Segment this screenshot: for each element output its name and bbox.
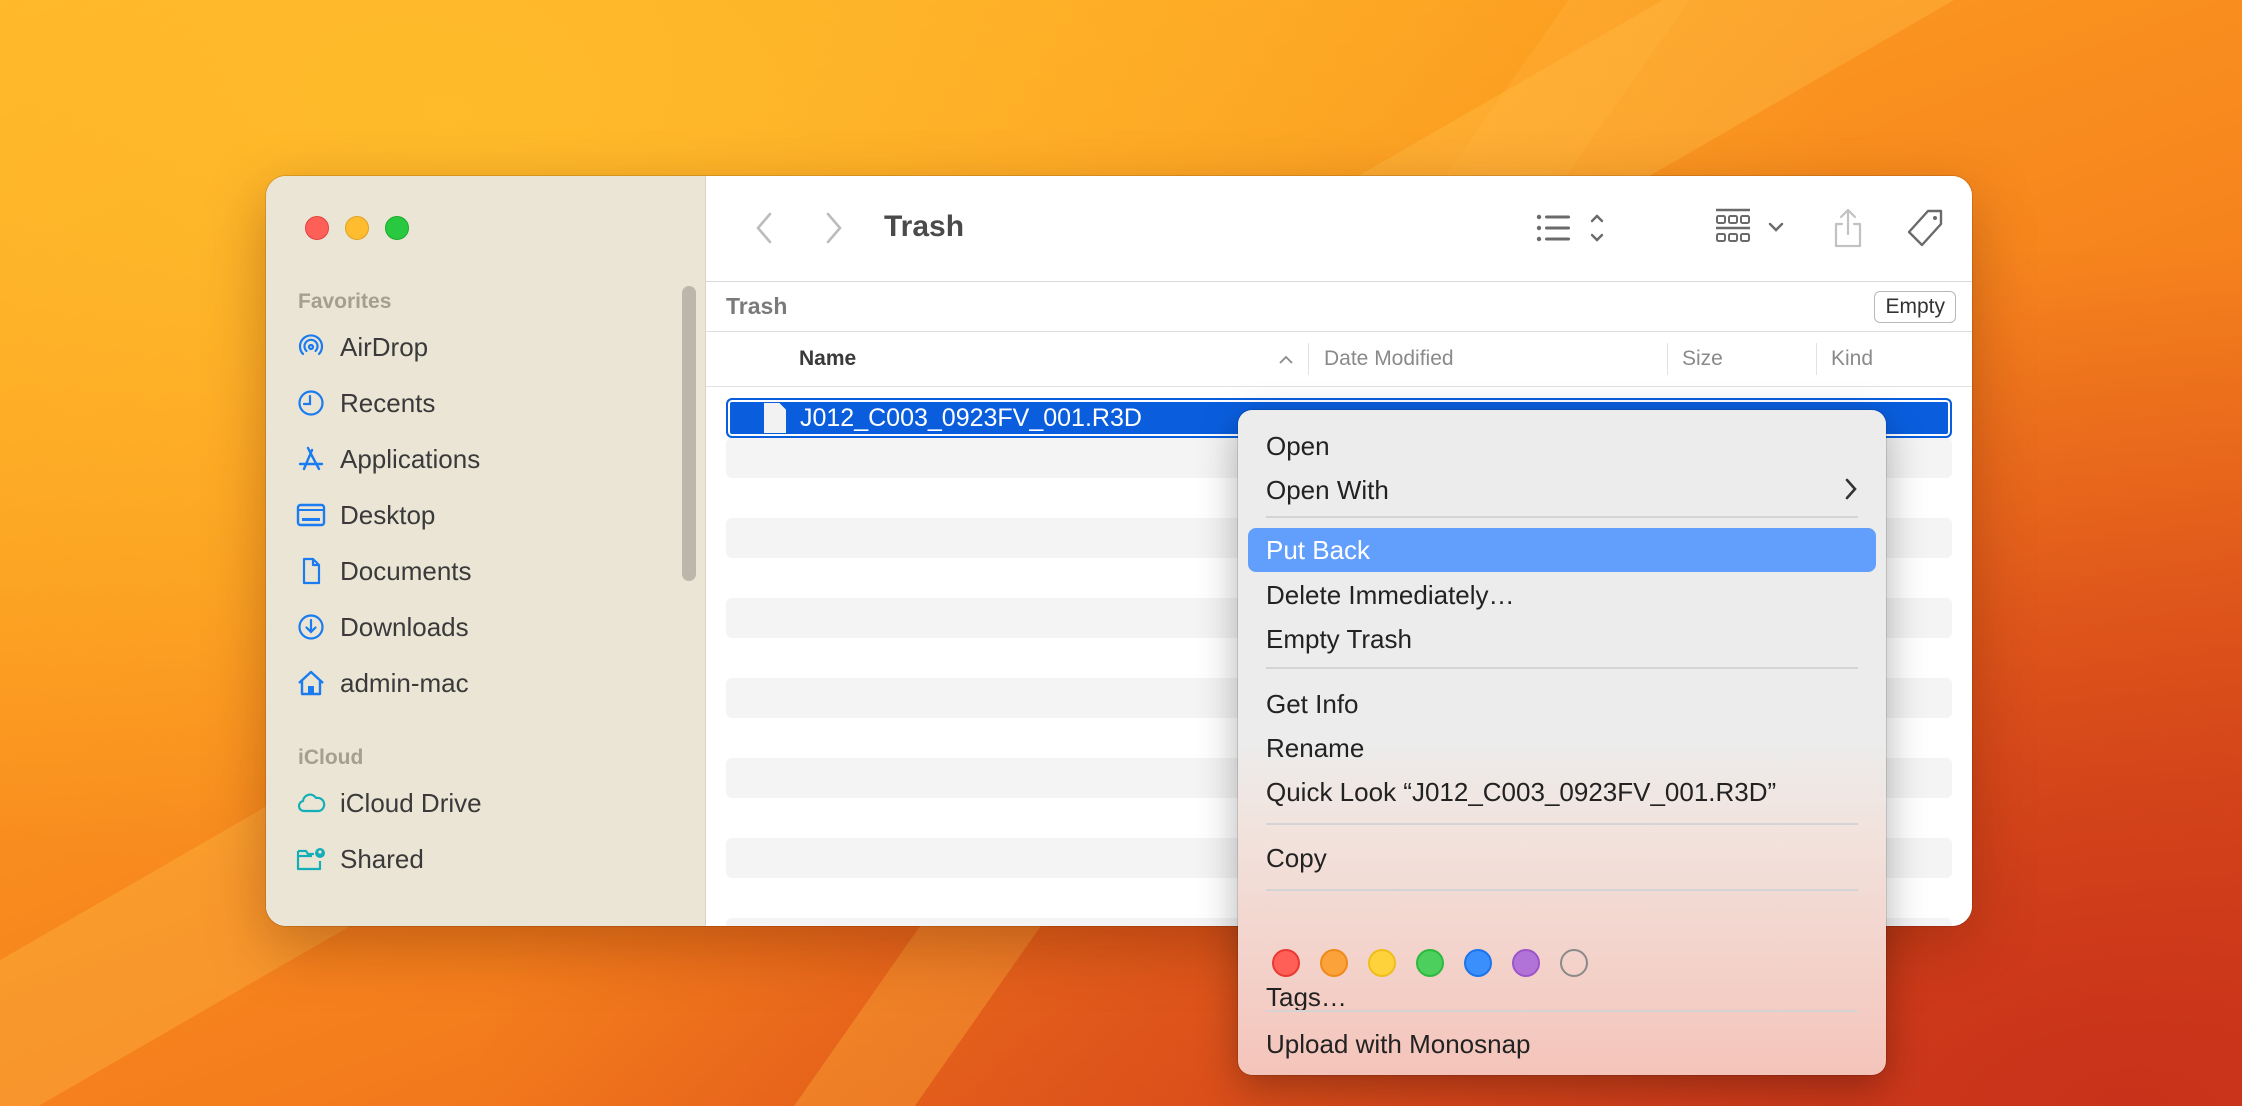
home-icon [298, 670, 324, 696]
group-grid-icon [1716, 208, 1784, 242]
menu-item-open[interactable]: Open [1248, 424, 1876, 468]
sidebar-item-icloud-drive[interactable]: iCloud Drive [296, 783, 482, 823]
forward-button[interactable] [816, 206, 852, 250]
column-header: Name Date Modified Size Kind [706, 331, 1972, 387]
column-divider [1667, 343, 1668, 375]
sidebar-item-desktop[interactable]: Desktop [296, 495, 435, 535]
chevron-right-icon [826, 212, 842, 244]
menu-item-tags[interactable]: Tags… [1248, 975, 1876, 1019]
column-size[interactable]: Size [1682, 347, 1723, 371]
column-date-modified[interactable]: Date Modified [1324, 347, 1454, 371]
menu-item-rename[interactable]: Rename [1248, 726, 1876, 770]
empty-trash-button[interactable]: Empty [1874, 291, 1956, 323]
sidebar-item-label: Applications [340, 443, 481, 474]
traffic-lights [305, 216, 409, 240]
share-button[interactable] [1828, 206, 1868, 250]
sidebar-item-label: Desktop [340, 499, 436, 530]
airdrop-icon [298, 334, 324, 356]
sidebar-item-applications[interactable]: Applications [296, 439, 480, 479]
sidebar-item-airdrop[interactable]: AirDrop [296, 327, 428, 367]
sidebar-item-label: Recents [340, 387, 436, 418]
tag-colors [1272, 949, 1588, 977]
sidebar: Favorites AirDrop Recents Applications D… [266, 176, 706, 926]
path-bar: Trash Empty [706, 281, 1972, 332]
column-name[interactable]: Name [799, 347, 856, 371]
tag-red[interactable] [1272, 949, 1300, 977]
menu-separator [1266, 667, 1858, 669]
path-label: Trash [726, 293, 788, 319]
menu-item-get-info[interactable]: Get Info [1248, 682, 1876, 726]
menu-item-delete-immediately[interactable]: Delete Immediately… [1248, 573, 1876, 617]
tag-blue[interactable] [1464, 949, 1492, 977]
tag-button[interactable] [1904, 206, 1948, 250]
clock-icon [298, 390, 324, 416]
sidebar-item-label: Shared [340, 843, 424, 874]
sidebar-item-label: iCloud Drive [340, 787, 482, 818]
menu-item-put-back[interactable]: Put Back [1248, 528, 1876, 572]
list-view-icon [1536, 214, 1604, 242]
tag-orange[interactable] [1320, 949, 1348, 977]
file-name: J012_C003_0923FV_001.R3D [800, 403, 1142, 432]
column-divider [1816, 343, 1817, 375]
applications-icon [298, 446, 324, 471]
menu-item-label: Open With [1266, 474, 1389, 505]
cloud-icon [297, 793, 326, 813]
sidebar-item-label: AirDrop [340, 331, 429, 362]
menu-item-quick-look[interactable]: Quick Look “J012_C003_0923FV_001.R3D” [1248, 770, 1876, 814]
sidebar-item-shared[interactable]: Shared [296, 839, 424, 879]
download-icon [298, 614, 324, 640]
context-menu: Open Open With Put Back Delete Immediate… [1238, 410, 1886, 1075]
group-button[interactable] [1714, 206, 1790, 250]
menu-separator [1266, 823, 1858, 825]
sidebar-section-icloud: iCloud [298, 746, 364, 769]
back-button[interactable] [746, 206, 782, 250]
tag-gray[interactable] [1560, 949, 1588, 977]
menu-item-open-with[interactable]: Open With [1248, 468, 1876, 512]
column-divider [1308, 343, 1309, 375]
close-button[interactable] [305, 216, 329, 240]
menu-item-upload-monosnap[interactable]: Upload with Monosnap [1248, 1022, 1876, 1066]
toolbar: Trash [706, 176, 1972, 282]
zoom-button[interactable] [385, 216, 409, 240]
window-title: Trash [884, 210, 965, 243]
sidebar-item-label: admin-mac [340, 667, 469, 698]
tag-purple[interactable] [1512, 949, 1540, 977]
tag-yellow[interactable] [1368, 949, 1396, 977]
share-icon [1834, 208, 1862, 248]
sidebar-item-documents[interactable]: Documents [296, 551, 472, 591]
sidebar-item-label: Downloads [340, 611, 469, 642]
desktop-icon [296, 503, 326, 527]
menu-separator [1266, 889, 1858, 891]
chevron-right-icon [1845, 478, 1857, 500]
menu-item-empty-trash[interactable]: Empty Trash [1248, 617, 1876, 661]
tag-icon [1907, 209, 1943, 247]
sidebar-scrollbar[interactable] [682, 286, 696, 581]
sidebar-section-favorites: Favorites [298, 290, 392, 313]
file-icon [764, 403, 786, 433]
menu-separator [1266, 516, 1858, 518]
shared-folder-icon [296, 848, 325, 871]
document-icon [302, 557, 321, 585]
sidebar-item-home[interactable]: admin-mac [296, 663, 469, 703]
sidebar-item-label: Documents [340, 555, 472, 586]
sort-ascending-icon [1279, 355, 1293, 364]
column-kind[interactable]: Kind [1831, 347, 1873, 371]
tag-green[interactable] [1416, 949, 1444, 977]
view-options-button[interactable] [1534, 206, 1614, 250]
sidebar-item-downloads[interactable]: Downloads [296, 607, 469, 647]
menu-separator [1266, 1010, 1858, 1012]
sidebar-item-recents[interactable]: Recents [296, 383, 435, 423]
minimize-button[interactable] [345, 216, 369, 240]
chevron-left-icon [756, 212, 772, 244]
menu-item-copy[interactable]: Copy [1248, 836, 1876, 880]
